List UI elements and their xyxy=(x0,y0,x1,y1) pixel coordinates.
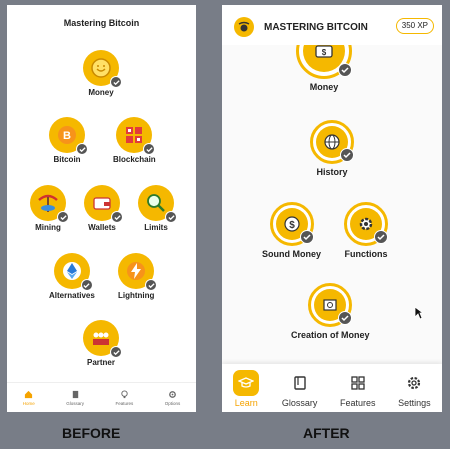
check-icon xyxy=(76,143,88,155)
node-label: Money xyxy=(309,82,339,92)
progress-ring xyxy=(308,283,353,327)
node-history[interactable]: History xyxy=(310,120,354,177)
node-label: Mining xyxy=(35,223,61,232)
node-label: Bitcoin xyxy=(53,155,81,164)
check-icon xyxy=(80,279,93,291)
mouse-cursor-icon xyxy=(414,306,424,320)
svg-text:$: $ xyxy=(322,48,327,57)
tab-label: Features xyxy=(340,398,376,408)
pickaxe-icon xyxy=(30,185,69,223)
book-icon xyxy=(287,370,313,396)
node-label: Blockchain xyxy=(113,155,156,164)
tab-label: Settings xyxy=(398,398,431,408)
book-icon xyxy=(72,390,78,398)
check-icon xyxy=(299,230,314,244)
node-blockchain[interactable]: Blockchain xyxy=(113,117,156,164)
node-label: Limits xyxy=(144,223,168,232)
node-label: Wallets xyxy=(88,223,116,232)
before-screen: Mastering Bitcoin Money B Bitcoin Blockc… xyxy=(7,5,196,412)
check-icon xyxy=(143,143,156,155)
node-money[interactable]: Money xyxy=(83,50,122,97)
tab-home[interactable]: Home xyxy=(23,390,35,406)
home-icon xyxy=(25,390,33,398)
tab-options[interactable]: Options xyxy=(164,390,181,406)
lightning-icon xyxy=(118,253,158,291)
tab-features[interactable]: Features xyxy=(340,370,376,408)
node-limits[interactable]: Limits xyxy=(138,185,177,232)
progress-ring: $ xyxy=(269,202,314,246)
tab-label: Features xyxy=(115,400,134,406)
check-icon xyxy=(110,346,122,358)
node-partner[interactable]: Partner xyxy=(83,320,122,367)
app-title: MASTERING BITCOIN xyxy=(264,22,368,33)
node-label: Functions xyxy=(344,249,388,259)
tab-glossary[interactable]: Glossary xyxy=(281,370,318,408)
node-wallets[interactable]: Wallets xyxy=(84,185,123,232)
svg-text:B: B xyxy=(63,130,71,142)
after-screen: $ Money MASTERING BITCOIN 350 XP History… xyxy=(222,5,442,412)
wallet-icon xyxy=(84,185,123,223)
ethereum-icon xyxy=(53,253,93,291)
progress-ring xyxy=(310,120,354,164)
caption-before: BEFORE xyxy=(62,425,121,441)
node-label: Money xyxy=(88,88,114,97)
tab-label: Learn xyxy=(234,398,258,408)
check-icon xyxy=(374,230,388,244)
gear-icon xyxy=(169,390,176,398)
grid-icon xyxy=(345,370,371,396)
node-label: Alternatives xyxy=(49,291,95,300)
people-icon xyxy=(83,320,122,358)
check-icon xyxy=(165,211,177,223)
node-label: Lightning xyxy=(118,291,155,300)
lightbulb-icon xyxy=(121,389,128,398)
gear-icon xyxy=(401,370,427,396)
check-icon xyxy=(145,279,158,291)
caption-after: AFTER xyxy=(303,425,350,441)
node-functions[interactable]: Functions xyxy=(344,202,388,259)
check-icon xyxy=(338,63,352,77)
coin-icon xyxy=(83,50,122,88)
node-label: History xyxy=(316,167,348,177)
tab-glossary[interactable]: Glossary xyxy=(66,390,84,406)
tab-features[interactable]: Features xyxy=(115,389,134,406)
check-icon xyxy=(110,76,122,88)
graduation-cap-icon xyxy=(233,370,260,396)
bottom-nav: Home Glossary Features Options xyxy=(7,382,196,412)
magnifier-icon xyxy=(138,185,177,223)
tab-label: Glossary xyxy=(66,400,84,406)
node-label: Partner xyxy=(86,358,115,367)
tab-label: Home xyxy=(22,400,35,406)
app-header: MASTERING BITCOIN 350 XP xyxy=(222,5,442,45)
check-icon xyxy=(111,211,123,223)
node-mining[interactable]: Mining xyxy=(30,185,69,232)
node-sound-money[interactable]: $ Sound Money xyxy=(262,202,321,259)
tab-learn[interactable]: Learn xyxy=(233,370,260,408)
bitcoin-icon: B xyxy=(49,117,88,155)
node-label: Creation of Money xyxy=(291,330,370,340)
tab-label: Glossary xyxy=(281,398,318,408)
page-title: Mastering Bitcoin xyxy=(63,18,140,28)
blockchain-icon xyxy=(116,117,156,155)
node-creation-of-money[interactable]: Creation of Money xyxy=(291,283,370,340)
check-icon xyxy=(57,211,69,223)
progress-ring xyxy=(344,202,388,246)
node-label: Sound Money xyxy=(262,249,321,259)
svg-text:$: $ xyxy=(289,220,295,231)
check-icon xyxy=(340,148,354,162)
tab-label: Options xyxy=(164,400,181,406)
xp-badge[interactable]: 350 XP xyxy=(395,18,434,34)
node-bitcoin[interactable]: B Bitcoin xyxy=(49,117,88,164)
bull-logo-icon xyxy=(234,17,254,37)
check-icon xyxy=(338,311,353,325)
node-alternatives[interactable]: Alternatives xyxy=(49,253,95,300)
node-lightning[interactable]: Lightning xyxy=(118,253,158,300)
bottom-nav: Learn Glossary Features Settings xyxy=(222,364,442,412)
tab-settings[interactable]: Settings xyxy=(398,370,431,408)
